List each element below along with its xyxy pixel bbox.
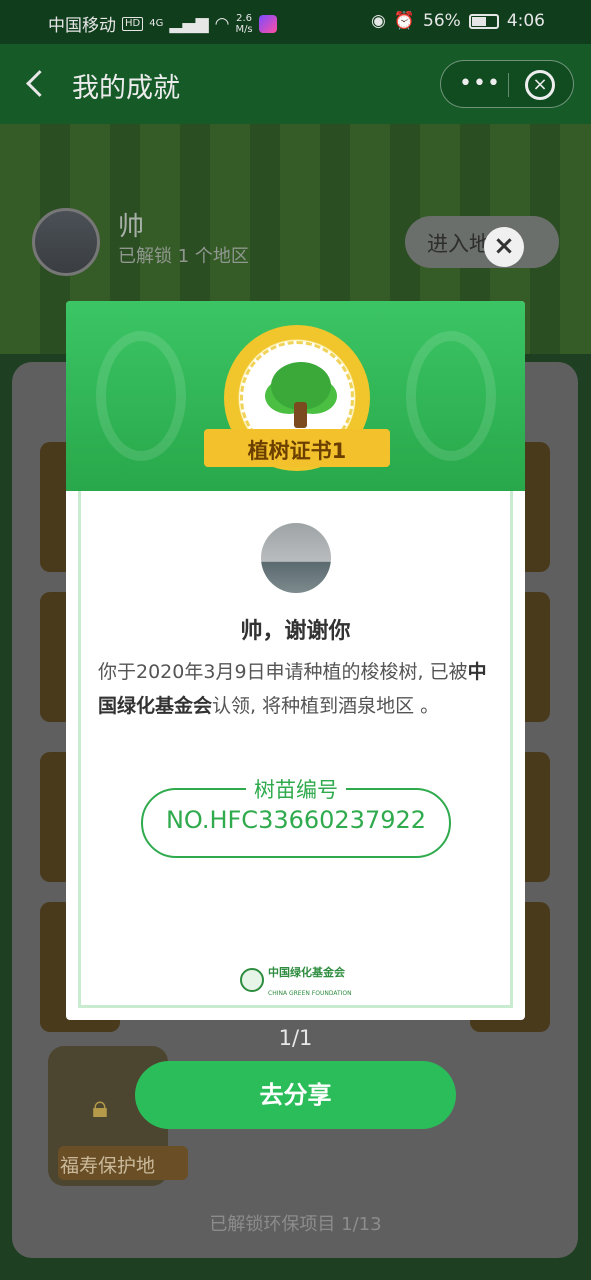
body-suffix: 认领, 将种植到酒泉地区 。 [212, 695, 440, 717]
status-right: ◉ ⏰ 56% 4:06 [371, 11, 545, 31]
capsule-divider [508, 73, 509, 97]
profile-name: 帅 [118, 212, 145, 242]
more-menu-icon[interactable]: ••• [459, 71, 501, 96]
certificate-header: 植树证书1 [66, 301, 525, 491]
seedling-number-label-wrap: 树苗编号 [143, 774, 449, 804]
tree-trunk [294, 402, 307, 428]
network-type: 4G [149, 18, 164, 29]
foundation-text: 中国绿化基金会 CHINA GREEN FOUNDATION [268, 961, 352, 999]
seedling-number-label: 树苗编号 [246, 778, 346, 802]
foundation-emblem-icon [240, 968, 264, 992]
profile-avatar [32, 208, 100, 276]
lock-icon: 🔒︎ [92, 1090, 108, 1125]
enter-map-label: 进入地 [427, 232, 490, 256]
page-title: 我的成就 [72, 73, 180, 104]
status-left: 中国移动 HD 4G ▂▄▆ ◠ 2.6 M/s [48, 11, 277, 36]
app-notification-icon [258, 14, 277, 33]
certificate-greeting: 帅，谢谢你 [240, 619, 351, 644]
network-speed: 2.6 M/s [235, 13, 252, 35]
user-avatar [261, 523, 331, 593]
battery-percent: 56% [423, 11, 461, 31]
speed-unit: M/s [235, 23, 253, 35]
unlocked-regions-count: 已解锁 1 个地区 [118, 246, 249, 267]
body-prefix: 你于2020年3月9日申请种植的梭梭树, 已被 [98, 661, 468, 683]
locked-badge-label: 福寿保护地 [58, 1146, 188, 1180]
clock: 4:06 [506, 11, 545, 31]
signal-icon: ▂▄▆ [169, 13, 209, 34]
enter-map-button[interactable]: 进入地 › [405, 216, 559, 268]
wifi-icon: ◠ [214, 13, 230, 34]
unlocked-projects-count: 已解锁环保项目 1/13 [209, 1214, 382, 1235]
page-indicator: 1/1 [278, 1026, 313, 1050]
certificate-modal: 植树证书1 帅，谢谢你 你于2020年3月9日申请种植的梭梭树, 已被中国绿化基… [66, 301, 525, 1020]
seedling-number-box: 树苗编号 NO.HFC33660237922 [141, 778, 451, 858]
carrier-label: 中国移动 [48, 16, 116, 36]
seedling-number: NO.HFC33660237922 [165, 806, 427, 834]
battery-icon [468, 13, 499, 29]
wheat-right-decoration [406, 331, 496, 461]
foundation-logo: 中国绿化基金会 CHINA GREEN FOUNDATION [240, 961, 352, 999]
foundation-name: 中国绿化基金会 [268, 966, 345, 979]
share-button[interactable]: 去分享 [135, 1061, 456, 1129]
hd-badge: HD [122, 16, 144, 31]
exit-mini-program-icon[interactable]: × [525, 70, 555, 100]
foundation-name-en: CHINA GREEN FOUNDATION [268, 990, 352, 997]
certificate-body: 你于2020年3月9日申请种植的梭梭树, 已被中国绿化基金会认领, 将种植到酒泉… [98, 655, 498, 723]
speed-value: 2.6 [236, 12, 252, 24]
back-icon[interactable] [22, 66, 52, 102]
status-bar: 中国移动 HD 4G ▂▄▆ ◠ 2.6 M/s ◉ ⏰ 56% 4:06 [0, 0, 591, 44]
eye-icon: ◉ [371, 11, 386, 31]
nav-bar: 我的成就 ••• × [0, 44, 591, 124]
close-icon[interactable]: × [484, 227, 524, 267]
wheat-left-decoration [96, 331, 186, 461]
mini-program-capsule: ••• × [440, 60, 574, 108]
certificate-ribbon: 植树证书1 [188, 429, 406, 469]
alarm-icon: ⏰ [393, 11, 416, 31]
